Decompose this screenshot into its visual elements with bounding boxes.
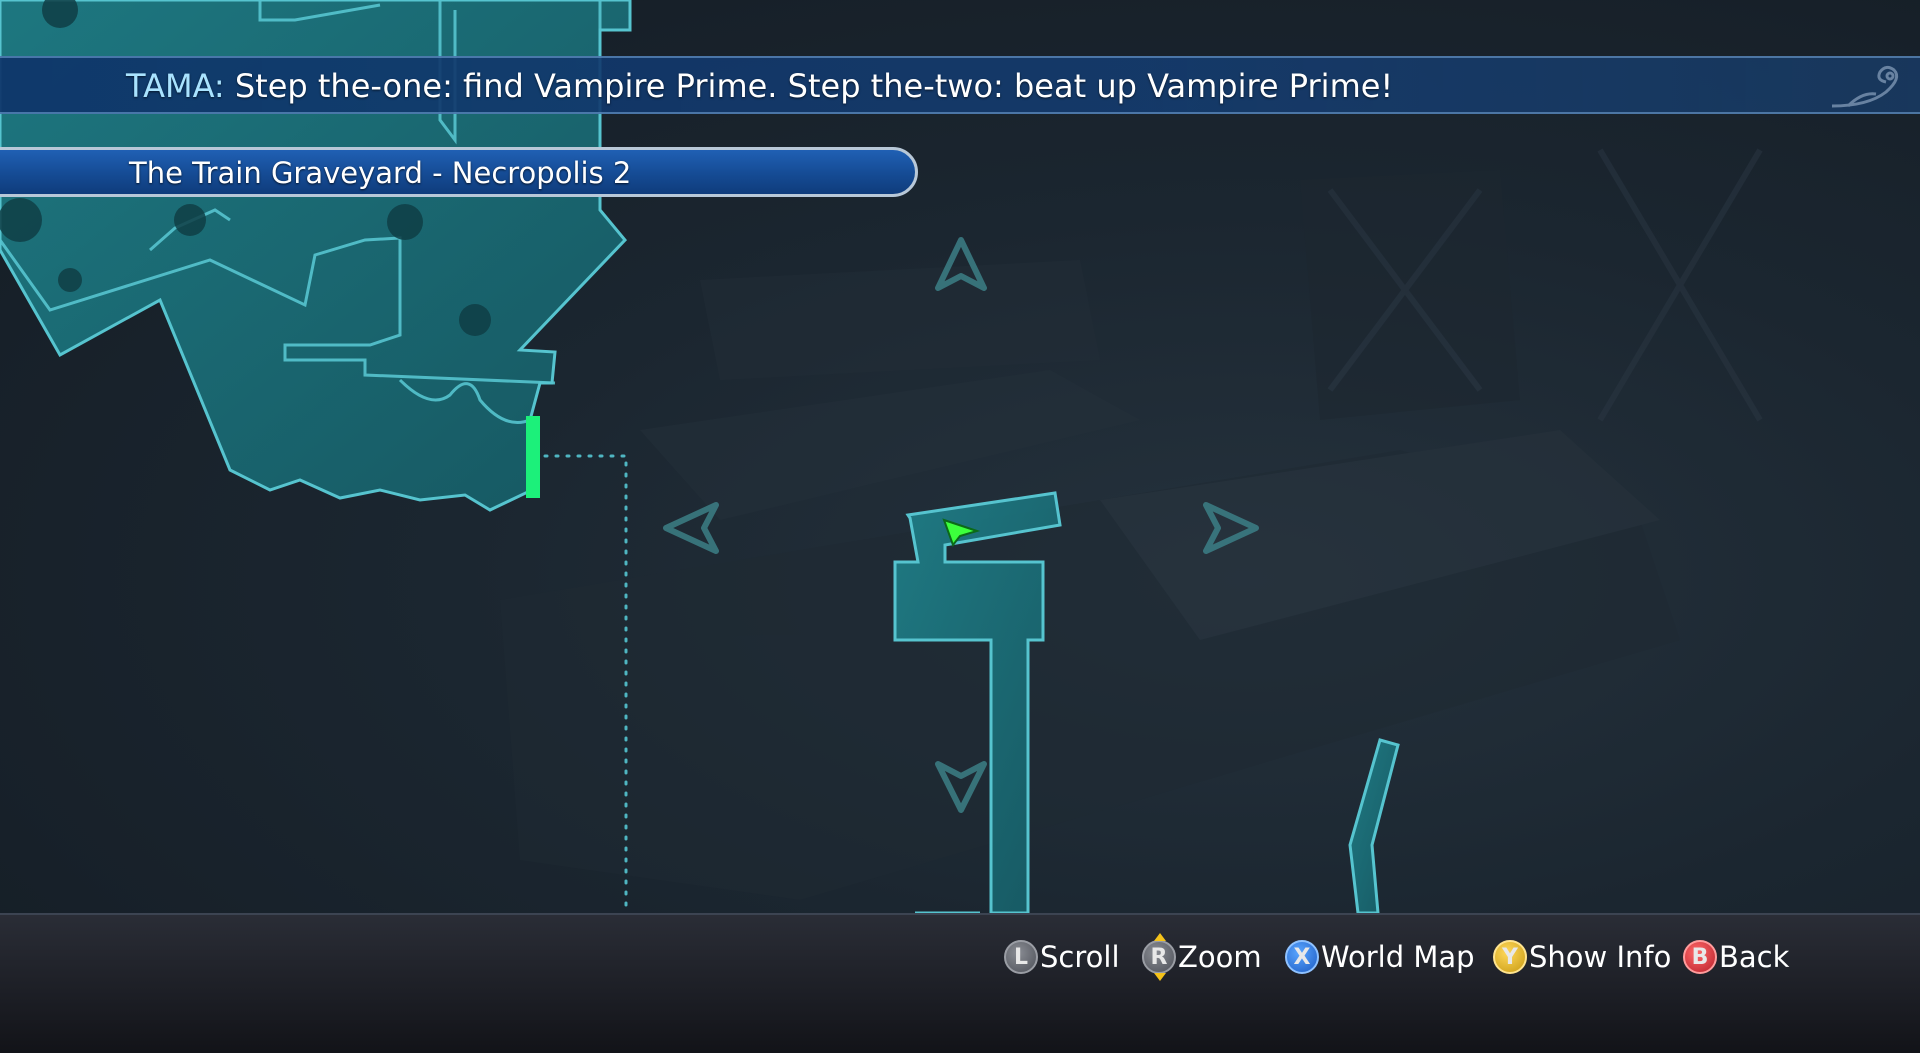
world-map-label: World Map — [1321, 940, 1475, 974]
l-stick-icon: L — [1004, 940, 1038, 974]
b-button-icon: B — [1683, 940, 1717, 974]
location-name: The Train Graveyard - Necropolis 2 — [129, 156, 632, 190]
show-info-hint[interactable]: Y Show Info — [1493, 939, 1671, 975]
zoom-hint[interactable]: R Zoom — [1142, 933, 1262, 981]
r-stick-icon: R — [1142, 933, 1176, 981]
world-map-hint[interactable]: X World Map — [1285, 939, 1475, 975]
r-button-letter: R — [1150, 944, 1168, 970]
dialogue-line: TAMA: Step the-one: find Vampire Prime. … — [126, 67, 1393, 105]
area-exit-marker[interactable] — [526, 416, 540, 498]
scroll-label: Scroll — [1040, 940, 1120, 974]
zoom-label: Zoom — [1178, 940, 1262, 974]
background-scenery — [500, 148, 1763, 900]
left-arrow-icon[interactable] — [663, 502, 719, 554]
map-screen: TAMA: Step the-one: find Vampire Prime. … — [0, 0, 1920, 1053]
scroll-hint[interactable]: L Scroll — [1004, 939, 1120, 975]
location-header: The Train Graveyard - Necropolis 2 — [0, 147, 918, 197]
zoom-down-arrow-icon — [1154, 973, 1166, 981]
dialogue-text: Step the-one: find Vampire Prime. Step t… — [224, 67, 1394, 105]
speaker-name: TAMA: — [126, 67, 225, 105]
show-info-label: Show Info — [1529, 940, 1672, 974]
explored-region-strip — [1348, 738, 1400, 915]
zoom-up-arrow-icon — [1154, 933, 1166, 941]
dialogue-banner: TAMA: Step the-one: find Vampire Prime. … — [0, 56, 1920, 114]
x-button-icon: X — [1285, 940, 1319, 974]
back-hint[interactable]: B Back — [1683, 939, 1789, 975]
control-hints-bar: L Scroll R Zoom X World Map Y Show Info … — [0, 913, 1920, 1053]
back-label: Back — [1719, 940, 1790, 974]
swirl-ornament-icon — [1831, 65, 1899, 108]
y-button-icon: Y — [1493, 940, 1527, 974]
